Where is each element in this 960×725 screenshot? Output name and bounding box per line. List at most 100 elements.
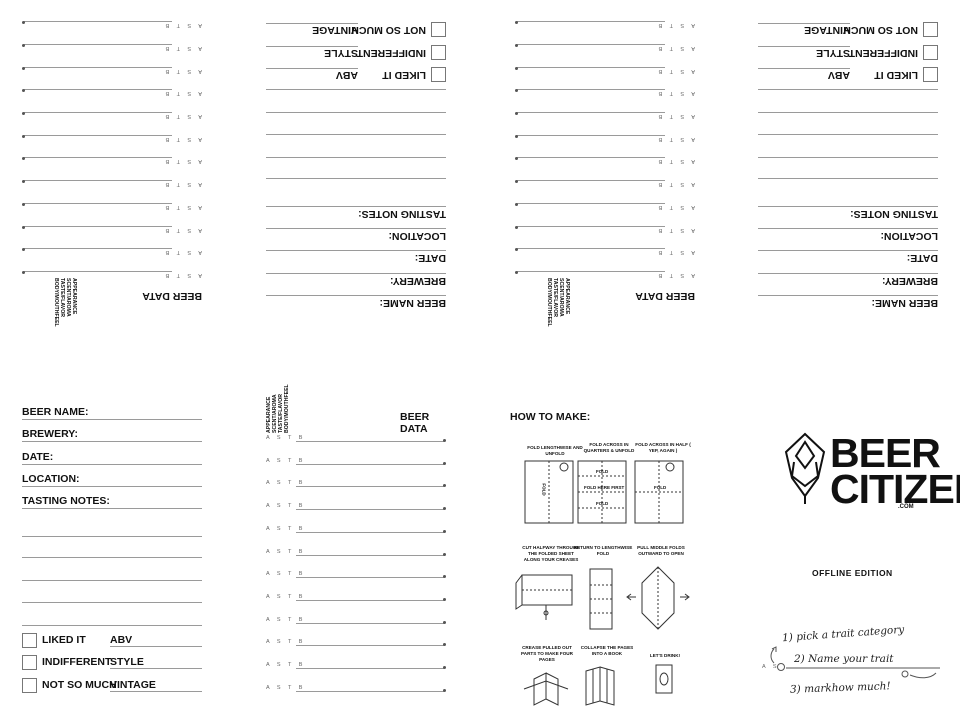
trait-label: VINTAGE xyxy=(758,23,850,36)
top-info-panel-2: BEER NAME: BREWERY: DATE: LOCATION: TASTING … xyxy=(758,18,938,310)
beer-data-row[interactable]: A S T B xyxy=(22,155,202,167)
edition-label: OFFLINE EDITION xyxy=(812,568,893,578)
notes-line[interactable] xyxy=(22,579,202,581)
trait-line xyxy=(296,531,444,533)
beer-data-row[interactable]: A S T B xyxy=(266,683,446,695)
beer-data-row[interactable]: A S T B xyxy=(266,478,446,490)
fold-label: FOLD xyxy=(541,483,547,496)
notes-line[interactable] xyxy=(266,178,446,180)
beer-data-row[interactable]: A S T B xyxy=(515,132,695,144)
line-end-dot xyxy=(443,575,446,579)
beer-data-row[interactable]: A S T B xyxy=(515,41,695,53)
trait-line xyxy=(517,157,665,159)
beer-data-row[interactable]: A S T B xyxy=(266,456,446,468)
notes-line[interactable] xyxy=(22,624,202,626)
step-caption: FOLD ACROSS IN QUARTERS & UNFOLD xyxy=(583,442,635,453)
beer-data-row[interactable]: A S T B xyxy=(266,547,446,559)
beer-data-row[interactable]: A S T B xyxy=(515,223,695,235)
trait-line xyxy=(296,622,444,624)
field-label: BREWERY: xyxy=(22,427,202,442)
beer-data-row[interactable]: A S T B xyxy=(515,268,695,280)
rating-label: LIKED IT xyxy=(382,69,426,81)
trait-line xyxy=(24,134,172,136)
field-label: DATE: xyxy=(758,250,938,265)
notes-line[interactable] xyxy=(758,134,938,136)
fold-label: FOLD xyxy=(596,469,609,474)
rating-checkbox[interactable] xyxy=(923,22,938,37)
beer-data-row[interactable]: A S T B xyxy=(515,18,695,30)
trait-line xyxy=(24,44,172,45)
row-letters: A S T B xyxy=(655,67,695,74)
beer-data-row[interactable]: A S T B xyxy=(22,223,202,235)
beer-data-row[interactable]: A S T B xyxy=(22,268,202,280)
beer-data-row[interactable]: A S T B xyxy=(515,245,695,257)
beer-data-row[interactable]: A S T B xyxy=(266,569,446,581)
row-letters: A S T B xyxy=(162,272,202,278)
notes-line[interactable] xyxy=(266,89,446,91)
beer-data-row[interactable]: A S T B xyxy=(515,64,695,76)
rating-checkbox[interactable] xyxy=(22,633,37,648)
beer-data-row[interactable]: A S T B xyxy=(22,64,202,76)
notes-line[interactable] xyxy=(22,535,202,537)
beer-data-panel: BEER DATA APPEARANCE SCENT/AROMA TASTE/FL… xyxy=(266,384,446,705)
beer-data-row[interactable]: A S T B xyxy=(22,200,202,212)
rating-checkbox[interactable] xyxy=(22,678,37,693)
line-end-dot xyxy=(443,666,446,669)
field-label: TASTING NOTES: xyxy=(22,494,202,509)
beer-data-row[interactable]: A S T B xyxy=(266,592,446,604)
beer-data-row[interactable]: A S T B xyxy=(22,41,202,53)
beer-data-row[interactable]: A S T B xyxy=(515,86,695,98)
line-end-dot xyxy=(515,44,518,47)
beer-data-row[interactable]: A S T B xyxy=(266,433,446,445)
row-letters: A S T B xyxy=(162,67,202,74)
field-label: BEER NAME: xyxy=(758,295,938,310)
rating-checkbox[interactable] xyxy=(22,655,37,670)
beer-data-row[interactable]: A S T B xyxy=(266,660,446,672)
trait-line xyxy=(24,89,172,91)
line-end-dot xyxy=(443,484,446,488)
field-label: DATE: xyxy=(22,450,202,465)
rating-checkbox[interactable] xyxy=(431,67,446,82)
beer-data-row[interactable]: A S T B xyxy=(515,200,695,212)
beer-data-row[interactable]: A S T B xyxy=(515,177,695,189)
notes-line[interactable] xyxy=(266,112,446,114)
beer-data-row[interactable]: A S T B xyxy=(22,18,202,30)
beer-data-row[interactable]: A S T B xyxy=(22,132,202,144)
notes-line[interactable] xyxy=(22,556,202,558)
trait-label: STYLE xyxy=(266,46,358,59)
trait-label: VINTAGE xyxy=(110,679,202,692)
notes-line[interactable] xyxy=(758,157,938,159)
row-letters: A S T B xyxy=(655,249,695,256)
row-letters: A S T B xyxy=(655,135,695,142)
step-caption: FOLD ACROSS IN HALF ( YEP, AGAIN ) xyxy=(635,442,691,453)
trait-line xyxy=(24,21,172,23)
line-end-dot xyxy=(515,271,518,274)
beer-data-row[interactable]: A S T B xyxy=(22,177,202,189)
beer-data-row[interactable]: A S T B xyxy=(266,615,446,627)
beer-data-row[interactable]: A S T B xyxy=(266,637,446,649)
notes-line[interactable] xyxy=(266,134,446,136)
rating-checkbox[interactable] xyxy=(923,67,938,82)
trait-line xyxy=(24,225,172,227)
beer-data-row[interactable]: A S T B xyxy=(515,155,695,167)
beer-data-row[interactable]: A S T B xyxy=(22,86,202,98)
field-label: DATE: xyxy=(266,250,446,265)
beer-data-row[interactable]: A S T B xyxy=(515,109,695,121)
rating-row: LIKED IT ABV xyxy=(758,66,938,82)
rating-checkbox[interactable] xyxy=(431,22,446,37)
beer-data-row[interactable]: A S T B xyxy=(266,501,446,513)
trait-line xyxy=(296,463,444,465)
notes-line[interactable] xyxy=(266,157,446,159)
trait-line xyxy=(517,112,665,114)
rating-checkbox[interactable] xyxy=(431,45,446,60)
beer-data-row[interactable]: A S T B xyxy=(266,524,446,536)
rating-checkbox[interactable] xyxy=(923,45,938,60)
notes-line[interactable] xyxy=(758,178,938,180)
beer-data-row[interactable]: A S T B xyxy=(22,245,202,257)
row-letters: A S T B xyxy=(162,113,202,120)
notes-line[interactable] xyxy=(758,89,938,91)
trait-line xyxy=(517,202,665,204)
notes-line[interactable] xyxy=(22,601,202,603)
beer-data-row[interactable]: A S T B xyxy=(22,109,202,121)
notes-line[interactable] xyxy=(758,112,938,114)
